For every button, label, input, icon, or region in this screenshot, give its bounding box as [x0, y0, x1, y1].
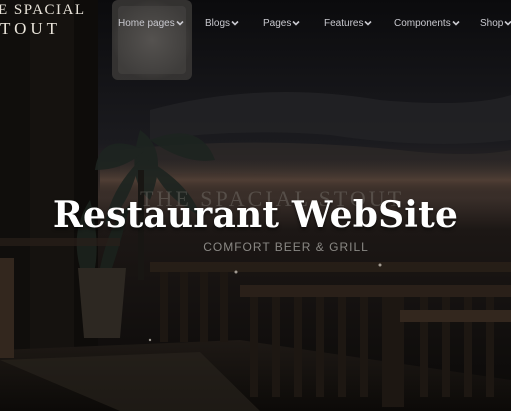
nav-label: Shop	[480, 17, 504, 29]
brand-logo-line2: TOUT	[0, 19, 62, 38]
chevron-down-icon	[231, 20, 239, 26]
nav-shop[interactable]: Shop	[480, 15, 511, 31]
nav-label: Blogs	[205, 17, 231, 29]
nav-features[interactable]: Features	[324, 15, 373, 31]
hero-headline: Restaurant WebSite	[52, 194, 459, 236]
chevron-down-icon	[364, 20, 373, 26]
nav-blogs[interactable]: Blogs	[205, 15, 239, 31]
nav-label: Components	[394, 17, 451, 29]
chevron-down-icon	[504, 20, 511, 26]
brand-logo[interactable]: E SPACIAL TOUT	[0, 2, 100, 39]
main-nav: Home pages Blogs Pages Features Componen…	[118, 15, 511, 31]
nav-label: Home pages	[118, 17, 175, 29]
nav-components[interactable]: Components	[394, 15, 460, 31]
chevron-down-icon	[292, 20, 300, 26]
nav-label: Features	[324, 17, 364, 29]
chevron-down-icon	[452, 20, 460, 26]
brand-logo-line1: E SPACIAL	[0, 2, 86, 18]
nav-home-pages[interactable]: Home pages	[118, 15, 184, 31]
nav-pages[interactable]: Pages	[263, 15, 300, 31]
sign-subtitle: COMFORT BEER & GRILL	[203, 240, 369, 254]
nav-label: Pages	[263, 17, 292, 29]
chevron-down-icon	[176, 20, 184, 26]
hero-banner: THE SPACIAL STOUT COMFORT BEER & GRILL R…	[0, 0, 511, 411]
